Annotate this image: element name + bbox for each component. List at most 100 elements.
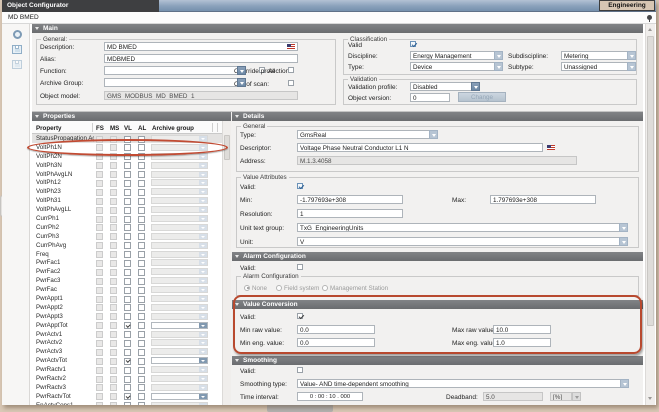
al-checkbox[interactable] — [138, 162, 145, 169]
ms-checkbox[interactable] — [110, 251, 117, 258]
archive-group-dropdown[interactable] — [151, 268, 208, 275]
tab-engineering[interactable]: Engineering — [599, 0, 655, 11]
vl-checkbox[interactable] — [124, 171, 131, 178]
property-row[interactable]: VoltPh3N — [32, 161, 222, 170]
archive-group-dropdown[interactable] — [151, 348, 208, 355]
fs-checkbox[interactable] — [96, 260, 103, 267]
al-checkbox[interactable] — [138, 304, 145, 311]
fs-checkbox[interactable] — [96, 384, 103, 391]
object-version-field[interactable]: 0 — [410, 93, 450, 102]
fs-checkbox[interactable] — [96, 358, 103, 365]
archive-group-dropdown[interactable] — [151, 188, 208, 195]
al-checkbox[interactable] — [138, 367, 145, 374]
fs-checkbox[interactable] — [96, 367, 103, 374]
al-checkbox[interactable] — [138, 296, 145, 303]
property-row[interactable]: VoltPhAvgLL — [32, 205, 222, 214]
override-protection-checkbox[interactable] — [288, 67, 294, 73]
vl-checkbox[interactable] — [124, 322, 131, 329]
fs-checkbox[interactable] — [96, 376, 103, 383]
property-row[interactable]: CurrPh1 — [32, 214, 222, 223]
fs-checkbox[interactable] — [96, 189, 103, 196]
ms-checkbox[interactable] — [110, 189, 117, 196]
fs-checkbox[interactable] — [96, 162, 103, 169]
type-field[interactable]: Device — [410, 62, 503, 71]
out-of-scan-checkbox[interactable] — [288, 80, 294, 86]
archive-group-dropdown[interactable] — [151, 384, 208, 391]
al-checkbox[interactable] — [138, 198, 145, 205]
property-row[interactable]: CurrPh3 — [32, 232, 222, 241]
vl-checkbox[interactable] — [124, 402, 131, 405]
collapse-icon[interactable] — [35, 27, 39, 30]
va-valid-checkbox[interactable] — [297, 183, 303, 189]
al-checkbox[interactable] — [138, 269, 145, 276]
ms-checkbox[interactable] — [110, 180, 117, 187]
validation-profile-field[interactable]: Disabled — [410, 82, 472, 91]
subdiscipline-field[interactable]: Metering — [561, 51, 636, 60]
property-row[interactable]: PwrRactv3 — [32, 383, 222, 392]
fs-checkbox[interactable] — [96, 242, 103, 249]
ms-checkbox[interactable] — [110, 269, 117, 276]
window-scrollbar-thumb[interactable] — [647, 36, 654, 326]
archive-group-dropdown[interactable] — [151, 242, 208, 249]
al-checkbox[interactable] — [138, 242, 145, 249]
property-row[interactable]: PwrFac2 — [32, 267, 222, 276]
archive-group-dropdown[interactable] — [151, 375, 208, 382]
ms-checkbox[interactable] — [110, 340, 117, 347]
properties-scrollbar[interactable] — [222, 121, 231, 405]
ms-checkbox[interactable] — [110, 322, 117, 329]
vl-checkbox[interactable] — [124, 313, 131, 320]
ms-checkbox[interactable] — [110, 376, 117, 383]
archive-group-dropdown[interactable] — [151, 197, 208, 204]
fs-checkbox[interactable] — [96, 304, 103, 311]
property-row[interactable]: PwrFac3 — [32, 276, 222, 285]
archive-group-dropdown[interactable] — [151, 393, 208, 400]
archive-group-dropdown[interactable] — [151, 162, 208, 169]
type-dropdown-icon[interactable] — [494, 62, 503, 71]
pin-icon[interactable] — [647, 15, 652, 20]
archive-group-dropdown[interactable] — [151, 331, 208, 338]
vl-checkbox[interactable] — [124, 207, 131, 214]
fs-checkbox[interactable] — [96, 402, 103, 405]
al-checkbox[interactable] — [138, 322, 145, 329]
fs-checkbox[interactable] — [96, 180, 103, 187]
section-header-alarm-configuration[interactable]: Alarm Configuration — [232, 252, 643, 261]
fs-checkbox[interactable] — [96, 393, 103, 400]
vl-checkbox[interactable] — [124, 198, 131, 205]
fs-checkbox[interactable] — [96, 331, 103, 338]
vl-checkbox[interactable] — [124, 349, 131, 356]
min-field[interactable]: -1.797693e+308 — [297, 195, 403, 204]
ms-checkbox[interactable] — [110, 278, 117, 285]
section-header-details[interactable]: Details — [232, 112, 643, 121]
vl-checkbox[interactable] — [124, 340, 131, 347]
vl-checkbox[interactable] — [124, 384, 131, 391]
archive-group-dropdown[interactable] — [151, 259, 208, 266]
fs-checkbox[interactable] — [96, 313, 103, 320]
al-checkbox[interactable] — [138, 233, 145, 240]
section-header-properties[interactable]: Properties — [32, 112, 231, 121]
archive-group-dropdown[interactable] — [151, 171, 208, 178]
scroll-down-icon[interactable] — [648, 397, 652, 400]
subtype-dropdown-icon[interactable] — [627, 62, 636, 71]
unit-text-group-field[interactable]: TxG_EngineeringUnits — [297, 223, 620, 232]
fs-checkbox[interactable] — [96, 287, 103, 294]
ms-checkbox[interactable] — [110, 393, 117, 400]
archive-group-dropdown[interactable] — [151, 322, 208, 329]
ms-checkbox[interactable] — [110, 198, 117, 205]
property-row[interactable]: PwrAppt3 — [32, 312, 222, 321]
al-checkbox[interactable] — [138, 251, 145, 258]
vl-checkbox[interactable] — [124, 162, 131, 169]
archive-group-dropdown[interactable] — [151, 313, 208, 320]
al-checkbox[interactable] — [138, 331, 145, 338]
property-row[interactable]: PwrFac — [32, 285, 222, 294]
time-interval-field[interactable]: 0 : 00 : 10 . 000 — [297, 392, 363, 401]
unit-text-group-dropdown-icon[interactable] — [619, 223, 628, 232]
vl-checkbox[interactable] — [124, 393, 131, 400]
save-icon[interactable] — [12, 45, 22, 54]
al-checkbox[interactable] — [138, 171, 145, 178]
archive-group-dropdown[interactable] — [151, 206, 208, 213]
fs-checkbox[interactable] — [96, 296, 103, 303]
ms-checkbox[interactable] — [110, 313, 117, 320]
discipline-dropdown-icon[interactable] — [494, 51, 503, 60]
subdiscipline-dropdown-icon[interactable] — [627, 51, 636, 60]
smoothing-type-field[interactable]: Value- AND time-dependent smoothing — [297, 379, 629, 388]
